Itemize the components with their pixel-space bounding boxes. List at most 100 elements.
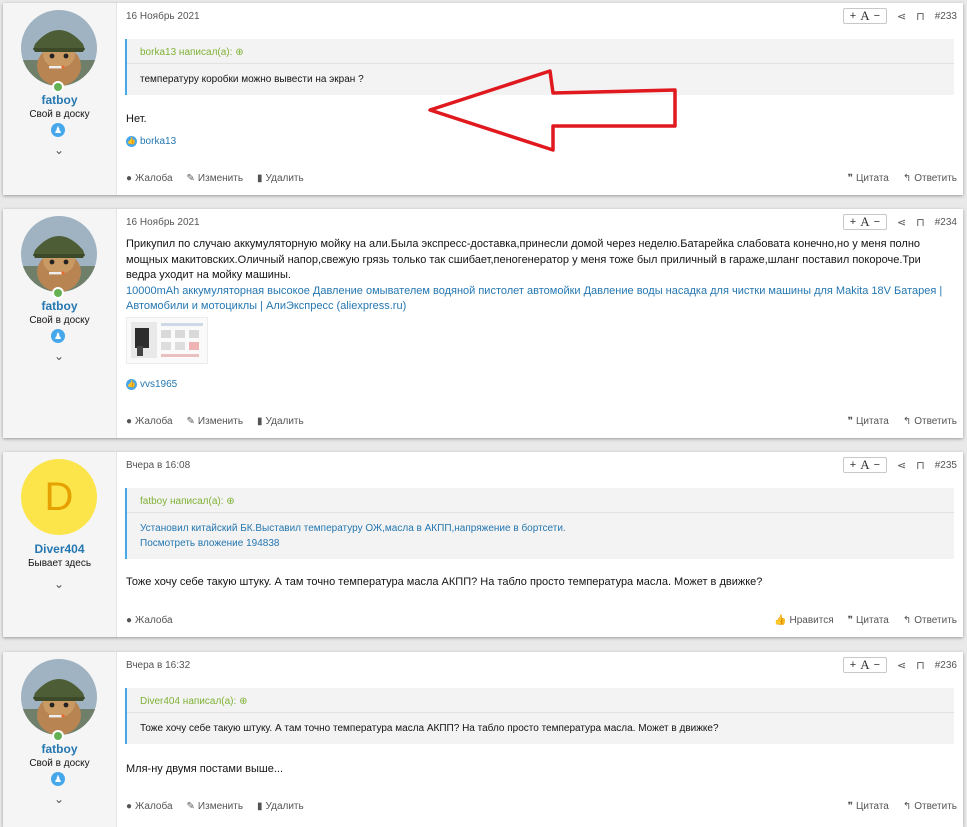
go-to-quote-icon[interactable]: ⊕ bbox=[235, 47, 243, 58]
bookmark-icon[interactable]: ⊓ bbox=[916, 10, 925, 23]
delete-label: Удалить bbox=[265, 416, 304, 427]
edit-label: Изменить bbox=[197, 801, 244, 812]
report-button[interactable]: ● Жалоба bbox=[126, 615, 173, 626]
font-size-control[interactable]: + A − bbox=[842, 457, 887, 473]
likes-user[interactable]: borka13 bbox=[140, 136, 176, 147]
chevron-down-icon[interactable]: ⌄ bbox=[52, 349, 66, 363]
quote-author[interactable]: borka13 написал(а): bbox=[140, 47, 232, 58]
user-title: Свой в доску bbox=[29, 109, 90, 120]
chevron-down-icon[interactable]: ⌄ bbox=[52, 792, 66, 806]
post: fatboy Свой в доску ♟ ⌄ Вчера в 16:32 + A… bbox=[3, 652, 963, 827]
share-icon[interactable]: ⋖ bbox=[897, 459, 906, 472]
font-minus-button[interactable]: − bbox=[874, 459, 880, 471]
font-plus-button[interactable]: + bbox=[850, 216, 856, 228]
font-size-control[interactable]: + A − bbox=[842, 657, 887, 673]
quote-button[interactable]: ❞ Цитата bbox=[848, 416, 889, 427]
post: D Diver404 Бывает здесь ⌄ Вчера в 16:08 … bbox=[3, 452, 963, 637]
go-to-quote-icon[interactable]: ⊕ bbox=[226, 496, 234, 507]
font-size-control[interactable]: + A − bbox=[842, 8, 887, 24]
user-badge-icon: ♟ bbox=[51, 772, 65, 786]
font-plus-button[interactable]: + bbox=[850, 10, 856, 22]
quote-text: Тоже хочу себе такую штуку. А там точно … bbox=[127, 712, 954, 744]
post-message: Тоже хочу себе такую штуку. А там точно … bbox=[126, 576, 763, 588]
annotation-arrow bbox=[428, 69, 677, 152]
delete-button[interactable]: ▮ Удалить bbox=[257, 416, 304, 427]
avatar[interactable] bbox=[21, 10, 97, 86]
quote-label: Цитата bbox=[856, 801, 889, 812]
quote-button[interactable]: ❞ Цитата bbox=[848, 615, 889, 626]
post-date[interactable]: Вчера в 16:08 bbox=[126, 460, 190, 471]
quote-author[interactable]: Diver404 написал(а): bbox=[140, 696, 236, 707]
report-button[interactable]: ● Жалоба bbox=[126, 173, 173, 184]
font-icon: A bbox=[860, 457, 870, 472]
font-plus-button[interactable]: + bbox=[850, 459, 856, 471]
quote-block: fatboy написал(а): ⊕ Установил китайский… bbox=[125, 488, 954, 559]
attachment-link[interactable]: Посмотреть вложение 194838 bbox=[140, 538, 279, 549]
likes-user[interactable]: vvs1965 bbox=[140, 379, 177, 390]
quote-label: Цитата bbox=[856, 173, 889, 184]
quote-label: Цитата bbox=[856, 615, 889, 626]
username[interactable]: fatboy bbox=[3, 742, 116, 756]
share-icon[interactable]: ⋖ bbox=[897, 10, 906, 23]
online-indicator-icon bbox=[52, 287, 64, 299]
delete-button[interactable]: ▮ Удалить bbox=[257, 173, 304, 184]
font-size-control[interactable]: + A − bbox=[842, 214, 887, 230]
chevron-down-icon[interactable]: ⌄ bbox=[52, 143, 66, 157]
share-icon[interactable]: ⋖ bbox=[897, 659, 906, 672]
reply-button[interactable]: ↰ Ответить bbox=[903, 615, 957, 626]
font-minus-button[interactable]: − bbox=[874, 216, 880, 228]
edit-button[interactable]: ✎ Изменить bbox=[187, 801, 244, 812]
report-label: Жалоба bbox=[135, 801, 173, 812]
reply-button[interactable]: ↰ Ответить bbox=[903, 416, 957, 427]
username[interactable]: fatboy bbox=[3, 93, 116, 107]
likes-bar[interactable]: 👍 vvs1965 bbox=[126, 379, 177, 390]
post-number[interactable]: #235 bbox=[935, 460, 957, 471]
reply-button[interactable]: ↰ Ответить bbox=[903, 173, 957, 184]
post-message: Прикупил по случаю аккумуляторную мойку … bbox=[126, 237, 943, 315]
product-thumbnail[interactable] bbox=[126, 317, 208, 364]
post-number[interactable]: #236 bbox=[935, 660, 957, 671]
quote-button[interactable]: ❞ Цитата bbox=[848, 801, 889, 812]
font-minus-button[interactable]: − bbox=[874, 10, 880, 22]
share-icon[interactable]: ⋖ bbox=[897, 216, 906, 229]
report-button[interactable]: ● Жалоба bbox=[126, 416, 173, 427]
like-button[interactable]: 👍 Нравится bbox=[774, 615, 834, 626]
post-date[interactable]: 16 Ноябрь 2021 bbox=[126, 11, 200, 22]
chevron-down-icon[interactable]: ⌄ bbox=[52, 577, 66, 591]
edit-button[interactable]: ✎ Изменить bbox=[187, 416, 244, 427]
post-date[interactable]: 16 Ноябрь 2021 bbox=[126, 217, 200, 228]
bookmark-icon[interactable]: ⊓ bbox=[916, 659, 925, 672]
font-minus-button[interactable]: − bbox=[874, 659, 880, 671]
quote-author[interactable]: fatboy написал(а): bbox=[140, 496, 224, 507]
user-badge-icon: ♟ bbox=[51, 329, 65, 343]
username[interactable]: fatboy bbox=[3, 299, 116, 313]
report-button[interactable]: ● Жалоба bbox=[126, 801, 173, 812]
bookmark-icon[interactable]: ⊓ bbox=[916, 459, 925, 472]
quote-block: Diver404 написал(а): ⊕ Тоже хочу себе та… bbox=[125, 688, 954, 744]
delete-button[interactable]: ▮ Удалить bbox=[257, 801, 304, 812]
post-number[interactable]: #233 bbox=[935, 11, 957, 22]
report-label: Жалоба bbox=[135, 615, 173, 626]
reply-button[interactable]: ↰ Ответить bbox=[903, 801, 957, 812]
post-tools: + A − ⋖ ⊓ #235 bbox=[842, 457, 957, 473]
post-date[interactable]: Вчера в 16:32 bbox=[126, 660, 190, 671]
go-to-quote-icon[interactable]: ⊕ bbox=[239, 696, 247, 707]
delete-label: Удалить bbox=[265, 801, 304, 812]
quote-body-text: Установил китайский БК.Выставил температ… bbox=[140, 523, 566, 534]
avatar[interactable]: D bbox=[21, 459, 97, 535]
username[interactable]: Diver404 bbox=[3, 542, 116, 556]
edit-button[interactable]: ✎ Изменить bbox=[187, 173, 244, 184]
avatar[interactable] bbox=[21, 659, 97, 735]
report-label: Жалоба bbox=[135, 416, 173, 427]
likes-bar[interactable]: 👍 borka13 bbox=[126, 136, 176, 147]
bookmark-icon[interactable]: ⊓ bbox=[916, 216, 925, 229]
font-icon: A bbox=[860, 8, 870, 23]
like-label: Нравится bbox=[789, 615, 834, 626]
product-link[interactable]: 10000mAh аккумуляторная высокое Давление… bbox=[126, 285, 942, 313]
quote-button[interactable]: ❞ Цитата bbox=[848, 173, 889, 184]
report-label: Жалоба bbox=[135, 173, 173, 184]
avatar[interactable] bbox=[21, 216, 97, 292]
reply-label: Ответить bbox=[914, 416, 957, 427]
font-plus-button[interactable]: + bbox=[850, 659, 856, 671]
post-number[interactable]: #234 bbox=[935, 217, 957, 228]
